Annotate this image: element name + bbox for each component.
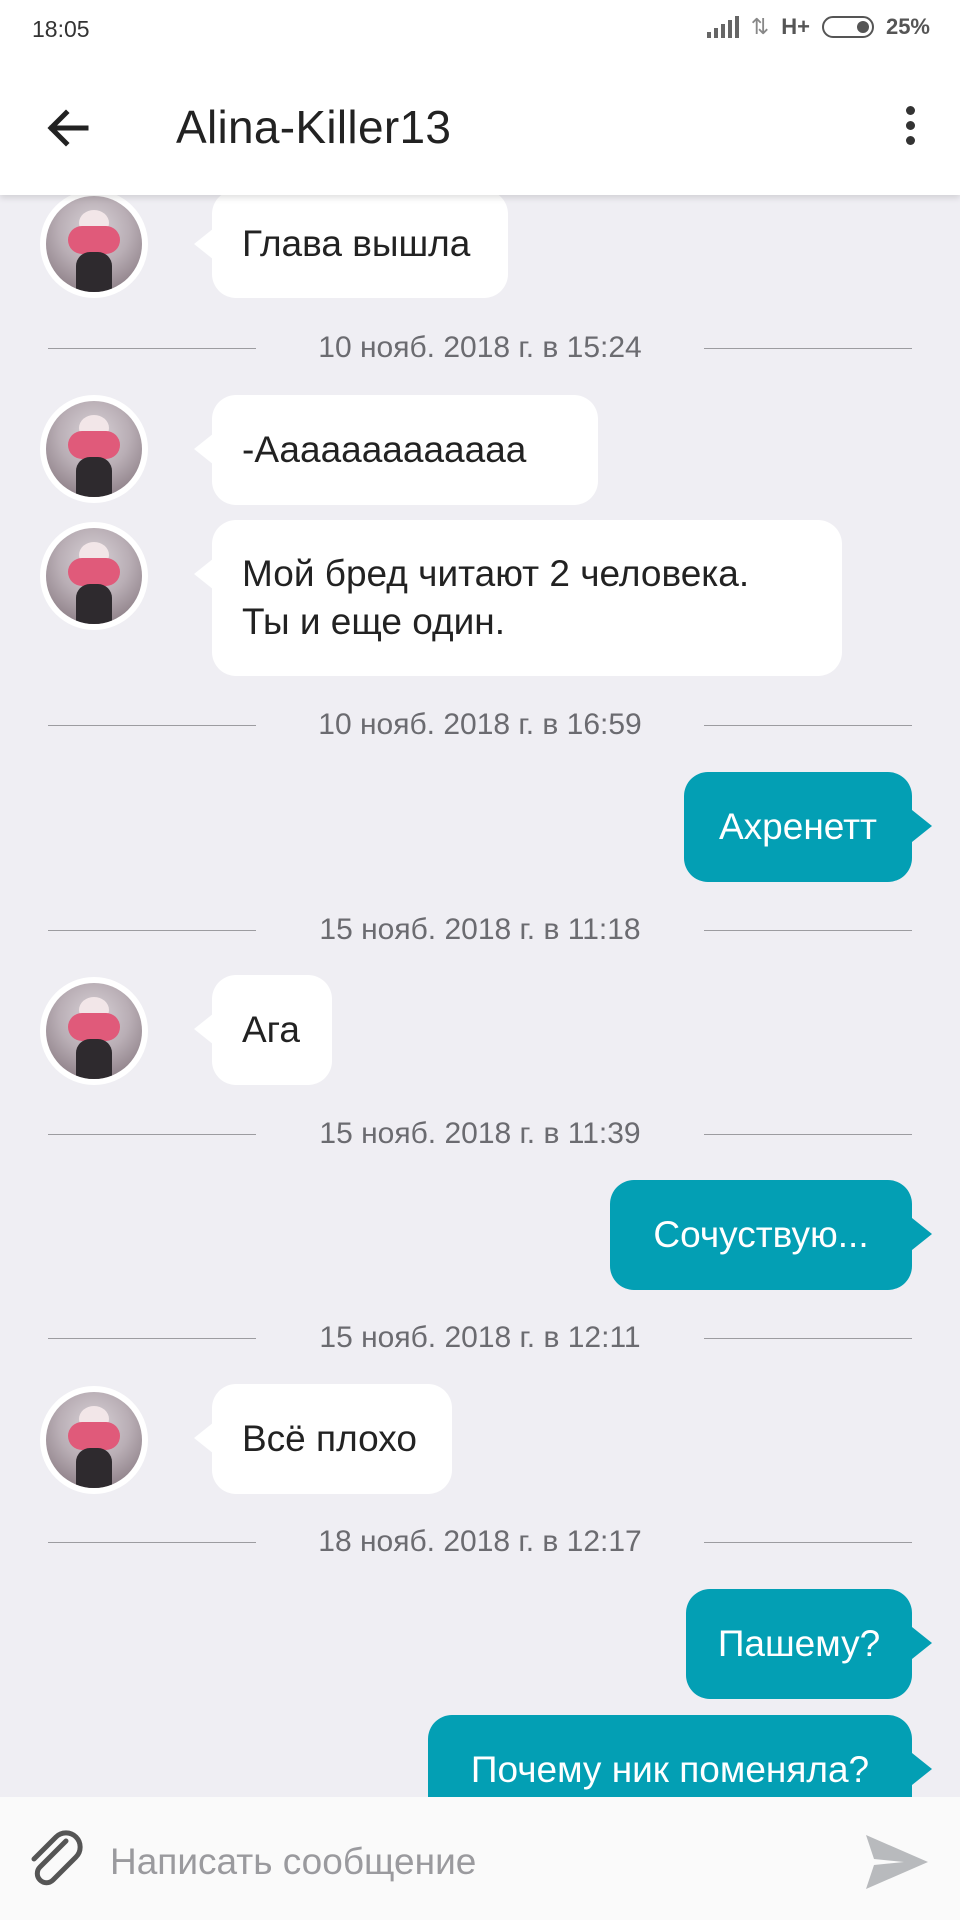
date-divider: 10 нояб. 2018 г. в 16:59 (48, 705, 912, 745)
send-icon (866, 1835, 928, 1889)
message-text: Мой бред читают 2 человека. Ты и еще оди… (242, 553, 750, 642)
message-text: Почему ник поменяла? (470, 1749, 870, 1790)
message-text: Ага (242, 1009, 300, 1050)
date-divider-label: 10 нояб. 2018 г. в 15:24 (318, 331, 642, 364)
avatar[interactable] (40, 395, 148, 503)
date-divider: 15 нояб. 2018 г. в 11:39 (48, 1114, 912, 1154)
date-divider-label: 18 нояб. 2018 г. в 12:17 (318, 1525, 642, 1558)
message-text: Всё плохо (242, 1418, 417, 1459)
chat-title: Alina-Killer13 (176, 101, 452, 153)
signal-icon (706, 16, 739, 38)
data-arrows-icon: ⇅ (750, 14, 770, 39)
incoming-message[interactable]: Глава вышла (194, 190, 508, 298)
avatar[interactable] (40, 977, 148, 1085)
avatar[interactable] (40, 190, 148, 298)
message-text: Пашему? (717, 1623, 881, 1664)
date-divider: 10 нояб. 2018 г. в 15:24 (48, 328, 912, 368)
incoming-message[interactable]: Ага (194, 975, 332, 1085)
message-list[interactable]: Глава вышла 10 нояб. 2018 г. в 15:24 -Аа… (0, 0, 960, 1920)
outgoing-message[interactable]: Пашему? (686, 1589, 932, 1699)
date-divider-label: 15 нояб. 2018 г. в 12:11 (319, 1321, 641, 1354)
arrow-left-icon (47, 109, 89, 147)
outgoing-message[interactable]: Сочуствую... (610, 1180, 932, 1290)
back-button[interactable] (40, 100, 96, 156)
more-options-button[interactable] (890, 102, 930, 158)
message-text: -Ааааааааааааа (242, 429, 527, 470)
message-text: Ахренетт (718, 806, 877, 847)
incoming-message[interactable]: -Ааааааааааааа (194, 395, 598, 505)
status-bar: 18:05 ⇅ H+ 25% (0, 0, 960, 60)
avatar[interactable] (40, 522, 148, 630)
network-type: H+ (781, 14, 810, 39)
app-bar: Alina-Killer13 (0, 60, 960, 195)
message-text: Сочуствую... (653, 1214, 869, 1255)
send-button[interactable] (860, 1825, 934, 1899)
message-composer (0, 1797, 960, 1920)
date-divider: 18 нояб. 2018 г. в 12:17 (48, 1522, 912, 1562)
incoming-message[interactable]: Мой бред читают 2 человека. Ты и еще оди… (194, 520, 842, 676)
battery-icon (821, 16, 874, 38)
date-divider: 15 нояб. 2018 г. в 12:11 (48, 1318, 912, 1358)
date-divider-label: 15 нояб. 2018 г. в 11:39 (319, 1117, 641, 1150)
message-input[interactable] (108, 1833, 812, 1891)
attach-button[interactable] (22, 1827, 90, 1895)
date-divider-label: 15 нояб. 2018 г. в 11:18 (319, 913, 641, 946)
paperclip-icon (31, 1830, 83, 1886)
date-divider: 15 нояб. 2018 г. в 11:18 (48, 910, 912, 950)
battery-level: 25% (885, 14, 930, 39)
message-text: Глава вышла (242, 223, 471, 264)
incoming-message[interactable]: Всё плохо (194, 1384, 452, 1494)
status-time: 18:05 (32, 16, 90, 42)
avatar[interactable] (40, 1386, 148, 1494)
outgoing-message[interactable]: Ахренетт (684, 772, 932, 882)
date-divider-label: 10 нояб. 2018 г. в 16:59 (318, 708, 642, 741)
more-vert-icon (890, 106, 930, 145)
